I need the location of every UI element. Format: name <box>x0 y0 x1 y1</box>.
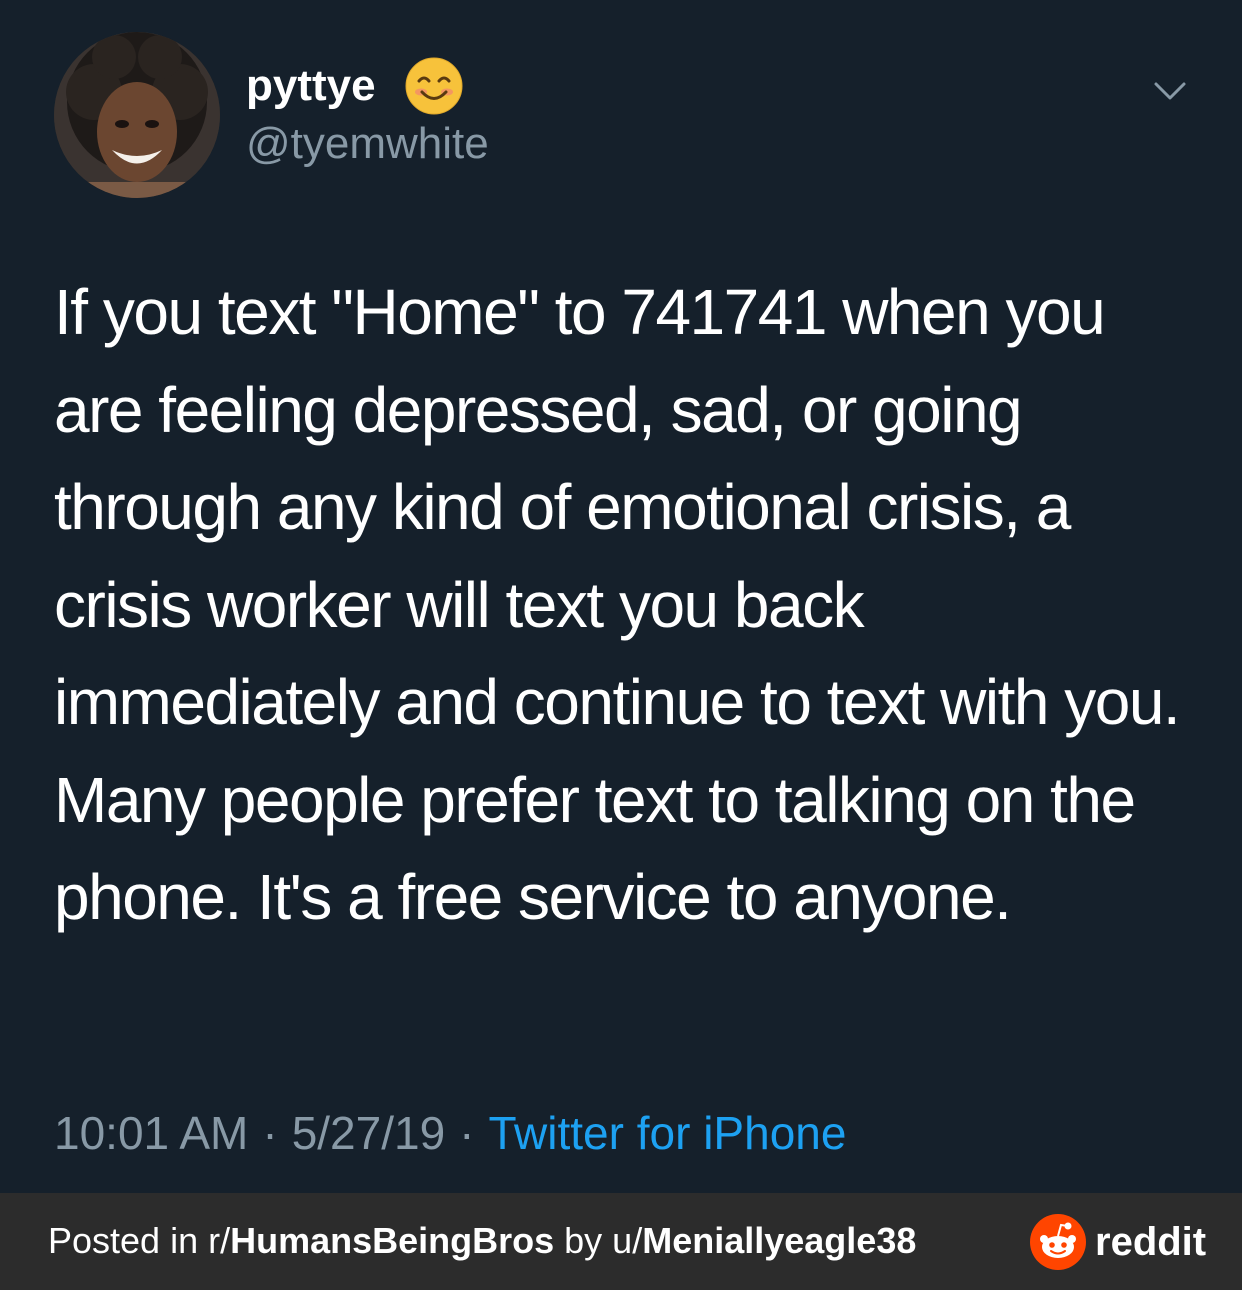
user-handle[interactable]: @tyemwhite <box>246 116 489 172</box>
tweet-metadata: 10:01 AM · 5/27/19 · Twitter for iPhone <box>54 1104 846 1162</box>
display-name[interactable]: pyttye <box>246 58 376 114</box>
username-link[interactable]: Meniallyeagle38 <box>642 1220 916 1261</box>
tweet-text: If you text "Home" to 741741 when you ar… <box>54 276 1181 933</box>
meta-separator: · <box>262 1107 278 1159</box>
tweet-date: 5/27/19 <box>291 1107 446 1159</box>
reddit-logo-icon <box>1030 1214 1086 1270</box>
smiling-face-emoji-icon <box>405 57 463 115</box>
meta-separator: · <box>459 1107 475 1159</box>
reddit-wordmark: reddit <box>1095 1220 1207 1264</box>
tweet-source-link[interactable]: Twitter for iPhone <box>489 1107 847 1159</box>
tweet-time: 10:01 AM <box>54 1107 249 1159</box>
posted-in-text: Posted in r/HumansBeingBros by u/Meniall… <box>48 1217 916 1265</box>
subreddit-link[interactable]: HumansBeingBros <box>230 1220 554 1261</box>
posted-in-prefix: Posted in r/ <box>48 1220 231 1261</box>
avatar[interactable] <box>54 32 220 198</box>
chevron-down-icon[interactable] <box>1150 70 1190 110</box>
posted-by-text: by u/ <box>554 1220 643 1261</box>
tweet-card: pyttye @tyemwhite If you text "Home" to … <box>0 0 1242 1193</box>
